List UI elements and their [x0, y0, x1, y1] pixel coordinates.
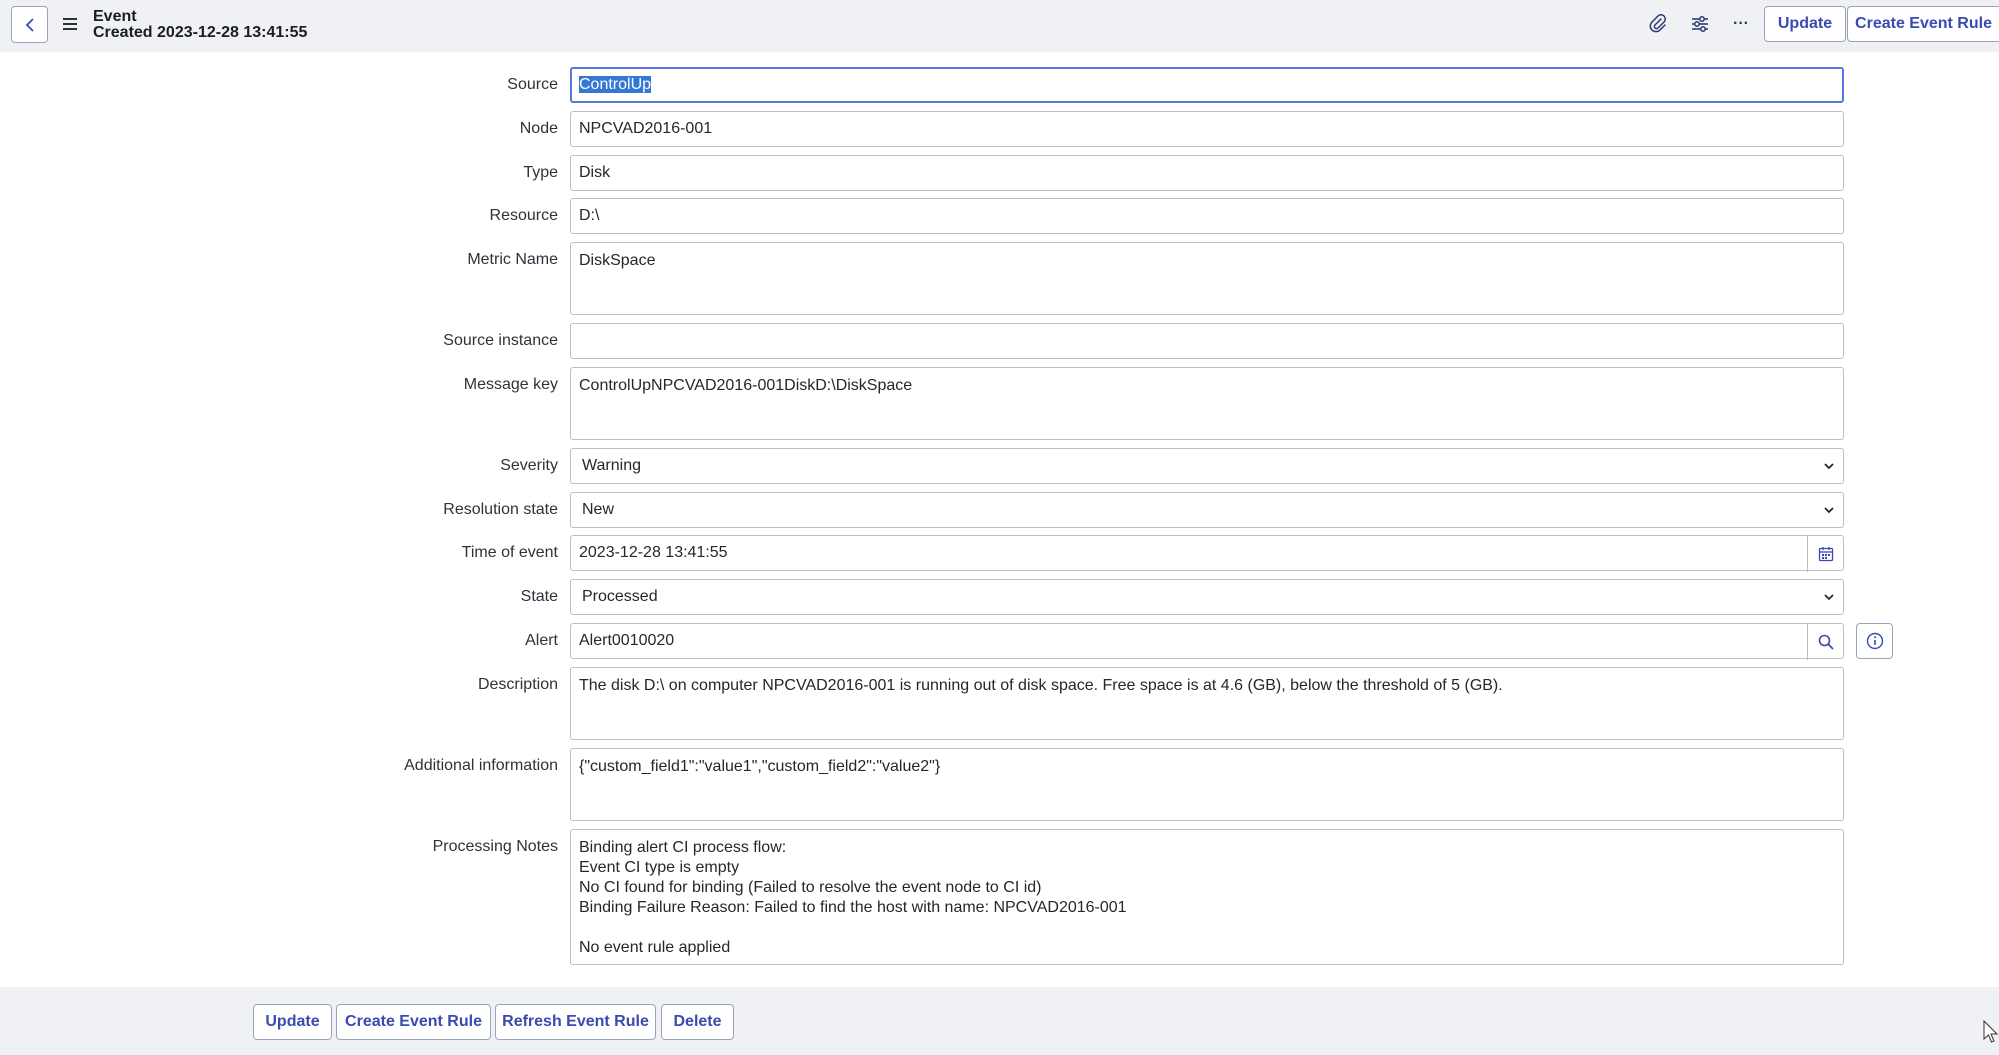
alert-value: Alert0010020: [579, 632, 675, 649]
paperclip-icon[interactable]: [1646, 12, 1670, 36]
chevron-down-icon: [1824, 463, 1834, 470]
source-instance-input[interactable]: [570, 323, 1844, 359]
additional-information-textarea[interactable]: {"custom_field1":"value1","custom_field2…: [570, 748, 1844, 821]
processing-note-line: No event rule applied: [579, 939, 731, 956]
update-button-header[interactable]: Update: [1764, 6, 1846, 42]
processing-notes-label: Processing Notes: [432, 838, 558, 855]
processing-note-line: [579, 918, 1835, 938]
metric-name-textarea[interactable]: DiskSpace: [570, 242, 1844, 315]
processing-note-line: No CI found for binding (Failed to resol…: [579, 879, 1042, 896]
source-value: ControlUp: [579, 76, 652, 93]
state-value: Processed: [582, 588, 658, 605]
description-label: Description: [477, 676, 558, 693]
refresh-event-rule-button[interactable]: Refresh Event Rule: [495, 1004, 656, 1040]
chevron-left-icon: [25, 17, 34, 32]
hamburger-menu-icon[interactable]: [60, 16, 80, 32]
node-label: Node: [519, 120, 558, 137]
message-key-label: Message key: [463, 376, 558, 393]
alert-label: Alert: [525, 632, 558, 649]
calendar-button[interactable]: [1807, 536, 1843, 572]
resource-label: Resource: [489, 207, 558, 224]
resolution-state-select[interactable]: New: [570, 492, 1844, 528]
severity-label: Severity: [500, 457, 558, 474]
back-button[interactable]: [11, 6, 48, 43]
chevron-down-icon: [1824, 594, 1834, 601]
metric-name-label: Metric Name: [467, 251, 558, 268]
alert-lookup-button[interactable]: [1807, 624, 1843, 660]
page-subtitle: Created 2023-12-28 13:41:55: [93, 24, 308, 41]
more-options-icon[interactable]: ···: [1729, 12, 1753, 36]
mouse-cursor-icon: [1983, 1020, 1999, 1043]
description-textarea[interactable]: The disk D:\ on computer NPCVAD2016-001 …: [570, 667, 1844, 740]
info-icon: [1866, 632, 1883, 650]
form-header: Event Created 2023-12-28 13:41:55 ··· Up…: [0, 0, 1999, 52]
delete-button[interactable]: Delete: [661, 1004, 734, 1040]
chevron-down-icon: [1824, 507, 1834, 514]
alert-input[interactable]: Alert0010020: [570, 623, 1844, 660]
calendar-icon: [1818, 547, 1833, 562]
form-footer: Update Create Event Rule Refresh Event R…: [0, 987, 1999, 1055]
node-input[interactable]: NPCVAD2016-001: [570, 111, 1844, 147]
additional-information-label: Additional information: [404, 757, 558, 774]
severity-select[interactable]: Warning: [570, 448, 1844, 484]
state-label: State: [520, 588, 558, 605]
time-of-event-value: 2023-12-28 13:41:55: [579, 544, 728, 561]
processing-notes-textarea[interactable]: Binding alert CI process flow: Event CI …: [570, 829, 1844, 965]
create-event-rule-button-header[interactable]: Create Event Rule: [1847, 6, 1999, 42]
resolution-state-label: Resolution state: [443, 501, 558, 518]
source-instance-label: Source instance: [443, 332, 558, 349]
type-input[interactable]: Disk: [570, 155, 1844, 191]
settings-sliders-icon[interactable]: [1688, 12, 1712, 36]
processing-note-line: Binding Failure Reason: Failed to find t…: [579, 899, 1127, 916]
time-of-event-input[interactable]: 2023-12-28 13:41:55: [570, 535, 1844, 572]
alert-preview-button[interactable]: [1856, 623, 1893, 659]
message-key-textarea[interactable]: ControlUpNPCVAD2016-001DiskD:\DiskSpace: [570, 367, 1844, 440]
source-label: Source: [507, 76, 558, 93]
update-button-footer[interactable]: Update: [253, 1004, 332, 1040]
time-of-event-label: Time of event: [461, 544, 558, 561]
source-input[interactable]: ControlUp: [570, 67, 1844, 103]
resource-input[interactable]: D:\: [570, 198, 1844, 234]
create-event-rule-button-footer[interactable]: Create Event Rule: [336, 1004, 491, 1040]
resolution-state-value: New: [582, 501, 615, 518]
processing-note-line: Binding alert CI process flow:: [579, 839, 787, 856]
processing-note-line: Event CI type is empty: [579, 859, 740, 876]
severity-value: Warning: [582, 457, 641, 474]
search-icon: [1818, 634, 1834, 650]
type-label: Type: [523, 164, 558, 181]
state-select[interactable]: Processed: [570, 579, 1844, 615]
